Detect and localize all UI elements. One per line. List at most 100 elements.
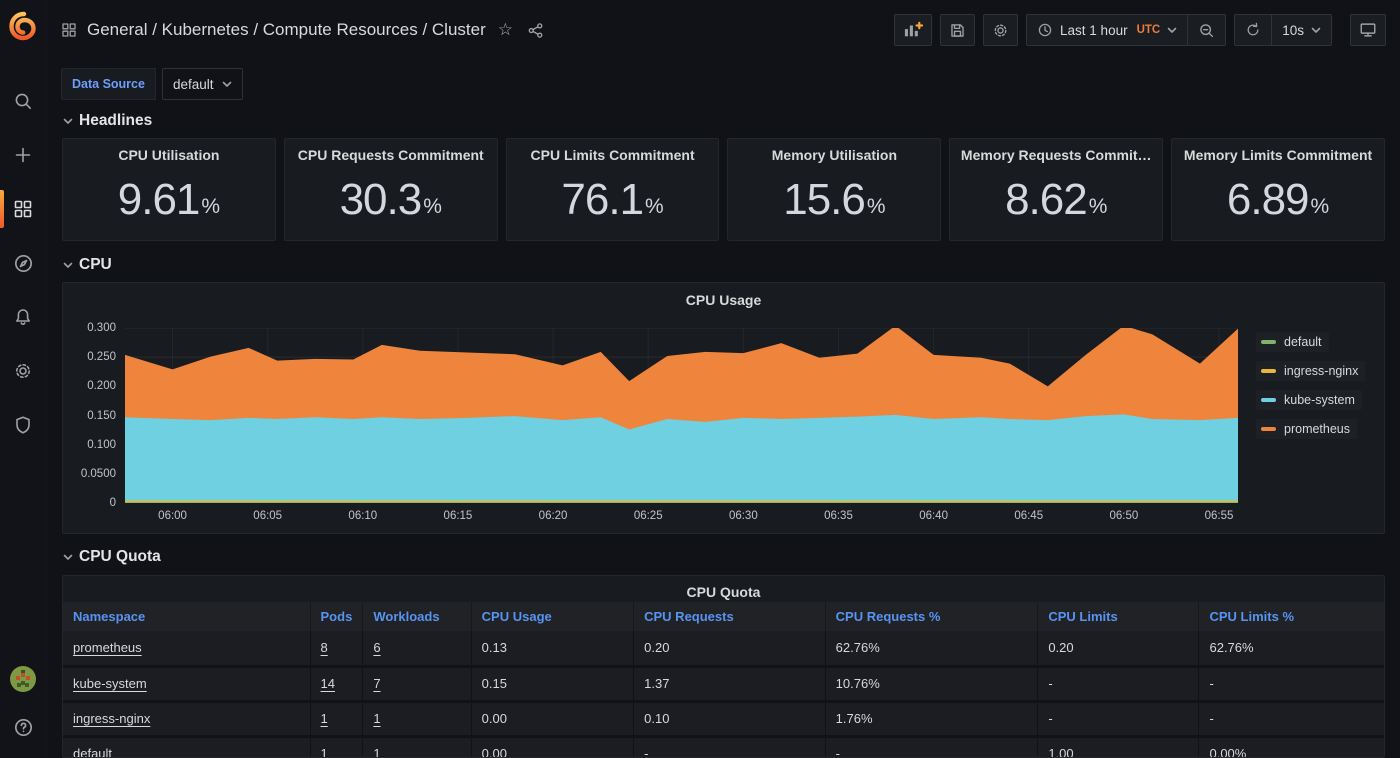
column-header-cpu-usage[interactable]: CPU Usage bbox=[471, 602, 633, 631]
cell-link[interactable]: 14 bbox=[321, 676, 335, 691]
table-cell: 6 bbox=[363, 631, 471, 666]
cell-link[interactable]: 1 bbox=[321, 746, 328, 758]
kiosk-mode-button[interactable] bbox=[1350, 14, 1386, 46]
legend-item-kube-system[interactable]: kube-system bbox=[1256, 390, 1362, 410]
datasource-variable-label: Data Source bbox=[61, 68, 156, 100]
legend-item-default[interactable]: default bbox=[1256, 332, 1329, 352]
stat-suffix: % bbox=[1311, 195, 1330, 219]
section-headlines[interactable]: Headlines bbox=[63, 112, 1385, 130]
sidebar-item-help[interactable] bbox=[10, 712, 36, 742]
table-cell: 7 bbox=[363, 666, 471, 701]
save-icon bbox=[949, 22, 966, 39]
bell-icon bbox=[13, 307, 33, 327]
cell-link[interactable]: default bbox=[73, 746, 112, 758]
table-row: prometheus860.130.2062.76%0.2062.76% bbox=[63, 631, 1384, 666]
stat-panel-memory-requests-commitment[interactable]: Memory Requests Commit… 8.62% bbox=[949, 138, 1163, 241]
sidebar-item-explore[interactable] bbox=[0, 240, 46, 286]
chevron-down-icon bbox=[63, 554, 73, 561]
refresh-group: 10s bbox=[1234, 14, 1332, 46]
stat-panel-cpu-limits-commitment[interactable]: CPU Limits Commitment 76.1% bbox=[506, 138, 720, 241]
cpu-quota-table: NamespacePodsWorkloadsCPU UsageCPU Reque… bbox=[63, 602, 1384, 758]
x-tick-label: 06:55 bbox=[1205, 510, 1234, 522]
legend-item-ingress-nginx[interactable]: ingress-nginx bbox=[1256, 361, 1365, 381]
gear-icon bbox=[992, 22, 1009, 39]
legend-item-prometheus[interactable]: prometheus bbox=[1256, 419, 1357, 439]
stat-value: 8.62 bbox=[1005, 175, 1087, 225]
cpu-quota-panel-title[interactable]: CPU Quota bbox=[63, 582, 1384, 602]
table-cell: 10.76% bbox=[825, 666, 1038, 701]
time-range-picker[interactable]: Last 1 hour UTC bbox=[1027, 15, 1187, 45]
cell-link[interactable]: 7 bbox=[373, 676, 380, 691]
column-header-cpu-limits[interactable]: CPU Limits bbox=[1038, 602, 1199, 631]
y-tick-label: 0.100 bbox=[87, 439, 116, 451]
stat-panel-memory-limits-commitment[interactable]: Memory Limits Commitment 6.89% bbox=[1171, 138, 1385, 241]
topbar-actions: Last 1 hour UTC 10s bbox=[894, 14, 1386, 46]
cell-link[interactable]: kube-system bbox=[73, 676, 147, 691]
avatar[interactable] bbox=[10, 666, 36, 692]
cpu-usage-panel: CPU Usage 00.05000.1000.1500.2000.2500.3… bbox=[62, 282, 1385, 534]
headline-stats-row: CPU Utilisation 9.61% CPU Requests Commi… bbox=[62, 138, 1385, 241]
sidebar-item-create[interactable] bbox=[0, 132, 46, 178]
section-cpu-quota[interactable]: CPU Quota bbox=[63, 548, 1385, 566]
cell-link[interactable]: prometheus bbox=[73, 640, 142, 655]
table-cell: 1.00 bbox=[1038, 736, 1199, 758]
gear-icon bbox=[13, 361, 33, 381]
cell-link[interactable]: ingress-nginx bbox=[73, 711, 150, 726]
cpu-usage-plot[interactable] bbox=[125, 328, 1238, 503]
sidebar-item-server-admin[interactable] bbox=[0, 402, 46, 448]
chart-legend: default ingress-nginx kube-system promet… bbox=[1238, 328, 1374, 503]
cell-link[interactable]: 1 bbox=[373, 711, 380, 726]
cell-link[interactable]: 1 bbox=[321, 711, 328, 726]
table-cell: - bbox=[634, 736, 826, 758]
stat-panel-cpu-utilisation[interactable]: CPU Utilisation 9.61% bbox=[62, 138, 276, 241]
cell-link[interactable]: 8 bbox=[321, 640, 328, 655]
column-header-workloads[interactable]: Workloads bbox=[363, 602, 471, 631]
table-row: ingress-nginx110.000.101.76%-- bbox=[63, 701, 1384, 736]
zoom-out-button[interactable] bbox=[1187, 15, 1225, 45]
table-cell: 62.76% bbox=[825, 631, 1038, 666]
legend-swatch bbox=[1261, 398, 1276, 402]
breadcrumb-text[interactable]: General / Kubernetes / Compute Resources… bbox=[87, 20, 486, 40]
sidebar-item-configuration[interactable] bbox=[0, 348, 46, 394]
section-cpu[interactable]: CPU bbox=[63, 256, 1385, 274]
chevron-down-icon bbox=[63, 118, 73, 125]
x-tick-label: 06:25 bbox=[634, 510, 663, 522]
dashboards-grid-icon bbox=[13, 199, 33, 219]
save-dashboard-button[interactable] bbox=[940, 14, 975, 46]
x-tick-label: 06:00 bbox=[158, 510, 187, 522]
sidebar-item-alerting[interactable] bbox=[0, 294, 46, 340]
column-header-pods[interactable]: Pods bbox=[310, 602, 363, 631]
share-icon[interactable] bbox=[527, 22, 544, 39]
column-header-cpu-limits-[interactable]: CPU Limits % bbox=[1199, 602, 1384, 631]
sidebar-item-dashboards[interactable] bbox=[0, 186, 46, 232]
add-panel-button[interactable] bbox=[894, 14, 932, 46]
table-cell: 1 bbox=[310, 701, 363, 736]
column-header-cpu-requests-[interactable]: CPU Requests % bbox=[825, 602, 1038, 631]
cell-link[interactable]: 6 bbox=[373, 640, 380, 655]
plus-icon bbox=[13, 145, 33, 165]
table-cell: 1 bbox=[363, 701, 471, 736]
cell-link[interactable]: 1 bbox=[373, 746, 380, 758]
table-cell: 0.10 bbox=[634, 701, 826, 736]
table-cell: 0.13 bbox=[471, 631, 633, 666]
sidebar-item-search[interactable] bbox=[0, 78, 46, 124]
stat-panel-memory-utilisation[interactable]: Memory Utilisation 15.6% bbox=[727, 138, 941, 241]
refresh-interval-dropdown[interactable]: 10s bbox=[1271, 15, 1331, 45]
y-tick-label: 0.300 bbox=[87, 322, 116, 334]
refresh-button[interactable] bbox=[1235, 15, 1271, 45]
stat-panel-cpu-requests-commitment[interactable]: CPU Requests Commitment 30.3% bbox=[284, 138, 498, 241]
dashboard-settings-button[interactable] bbox=[983, 14, 1018, 46]
table-cell: - bbox=[1038, 666, 1199, 701]
favorite-star-icon[interactable]: ☆ bbox=[498, 20, 513, 40]
stat-value: 30.3 bbox=[340, 175, 422, 225]
cpu-usage-panel-title[interactable]: CPU Usage bbox=[73, 290, 1374, 314]
grafana-logo[interactable] bbox=[0, 0, 47, 52]
table-cell: 14 bbox=[310, 666, 363, 701]
table-cell: 0.15 bbox=[471, 666, 633, 701]
table-cell: 8 bbox=[310, 631, 363, 666]
datasource-variable-dropdown[interactable]: default bbox=[162, 68, 243, 100]
section-headlines-title: Headlines bbox=[79, 112, 152, 130]
time-picker-group: Last 1 hour UTC bbox=[1026, 14, 1226, 46]
column-header-cpu-requests[interactable]: CPU Requests bbox=[634, 602, 826, 631]
column-header-namespace[interactable]: Namespace bbox=[63, 602, 310, 631]
